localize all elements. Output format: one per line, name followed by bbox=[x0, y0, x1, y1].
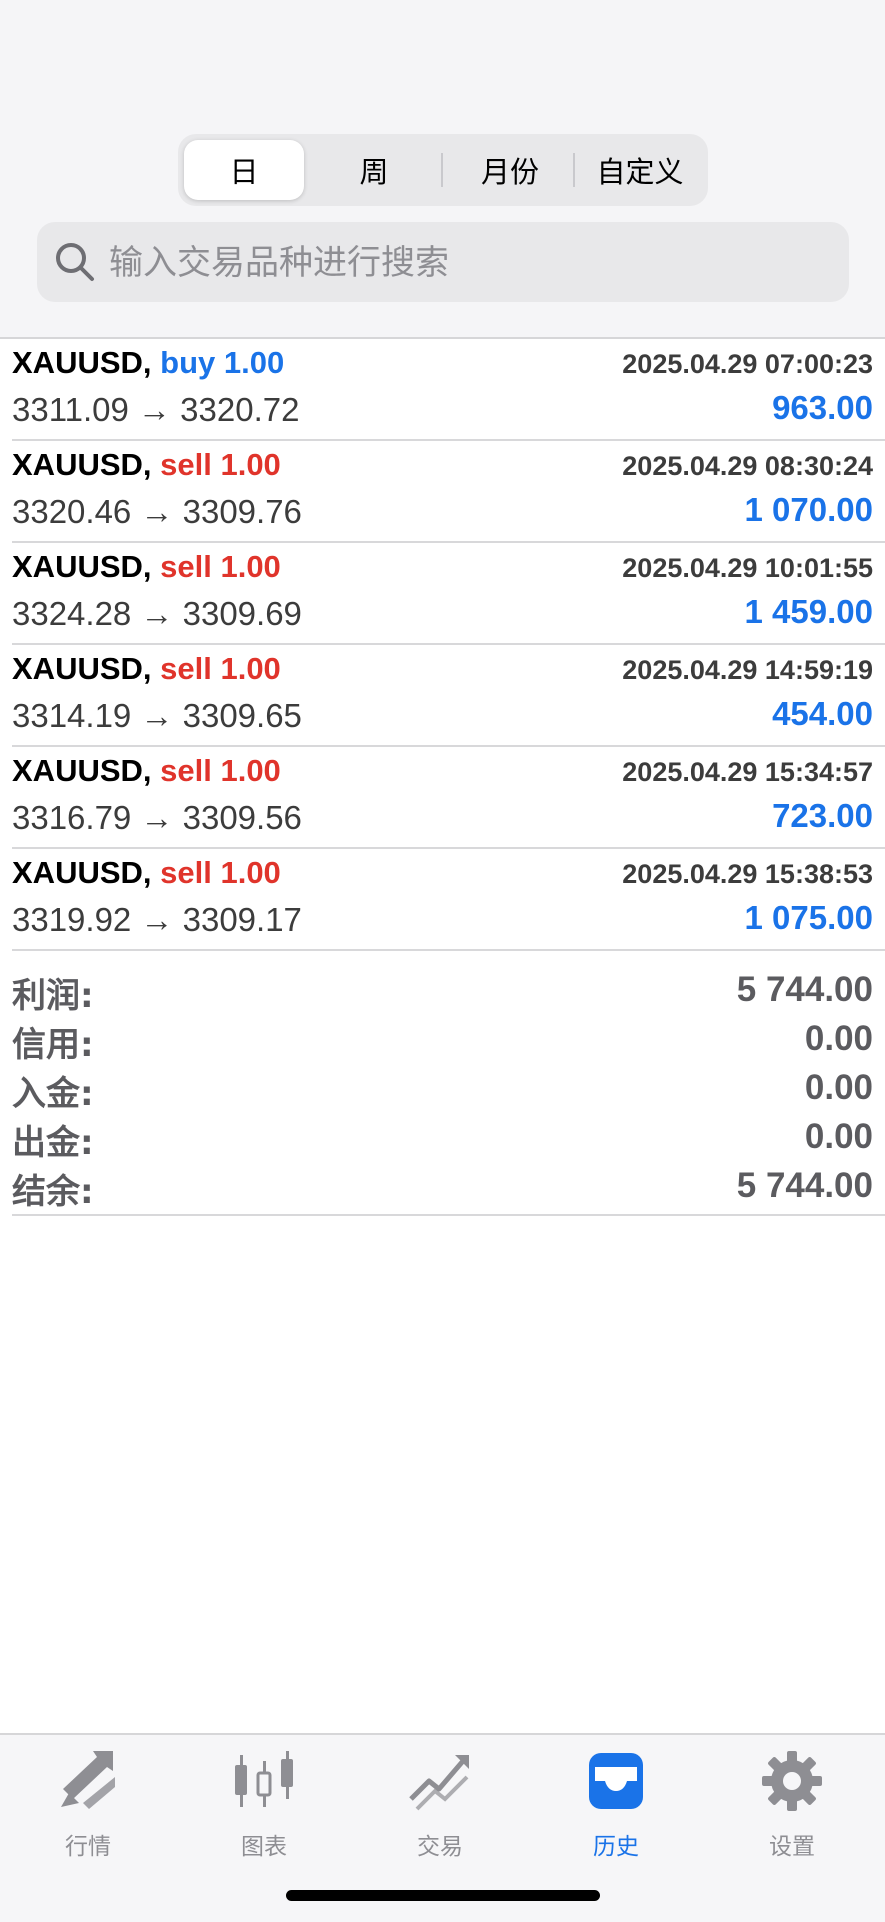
tab-label: 交易 bbox=[417, 1834, 463, 1860]
deal-symbol-name: XAUUSD, bbox=[12, 753, 152, 788]
deal-time: 2025.04.29 08:30:24 bbox=[622, 451, 873, 481]
summary-value: 0.00 bbox=[804, 1068, 873, 1107]
deal-row[interactable]: XAUUSD, sell 1.00 2025.04.29 15:38:53 3319… bbox=[12, 849, 885, 951]
deal-type-volume: sell 1.00 bbox=[160, 651, 281, 686]
search-input[interactable] bbox=[107, 222, 841, 304]
tab-trade[interactable]: 交易 bbox=[360, 1747, 520, 1860]
deal-symbol: XAUUSD, sell 1.00 bbox=[12, 753, 281, 789]
home-indicator bbox=[286, 1890, 600, 1901]
deal-symbol: XAUUSD, sell 1.00 bbox=[12, 447, 281, 483]
deal-prices: 3324.28 → 3309.69 bbox=[12, 595, 302, 632]
quotes-arrows-icon bbox=[61, 1751, 115, 1809]
deal-profit: 454.00 bbox=[772, 695, 873, 732]
tab-label: 图表 bbox=[241, 1834, 287, 1860]
deal-row[interactable]: XAUUSD, sell 1.00 2025.04.29 15:34:57 3316… bbox=[12, 747, 885, 849]
deal-type-volume: buy 1.00 bbox=[160, 345, 285, 380]
deal-profit: 723.00 bbox=[772, 797, 873, 834]
deal-row[interactable]: XAUUSD, sell 1.00 2025.04.29 14:59:19 3314… bbox=[12, 645, 885, 747]
deal-type-volume: sell 1.00 bbox=[160, 549, 281, 584]
gear-icon bbox=[762, 1751, 822, 1811]
summary-value: 0.00 bbox=[804, 1019, 873, 1058]
summary-label: 利润: bbox=[12, 976, 94, 1016]
summary-block: 利润: 5 744.00 信用: 0.00 入金: 0.00 出金: 0.00 结余: 5 744… bbox=[12, 958, 885, 1216]
summary-label: 入金: bbox=[12, 1074, 94, 1114]
deal-type-volume: sell 1.00 bbox=[160, 855, 281, 890]
summary-value: 0.00 bbox=[804, 1117, 873, 1156]
deal-profit: 1 075.00 bbox=[744, 899, 873, 936]
deal-symbol: XAUUSD, sell 1.00 bbox=[12, 549, 281, 585]
search-bar[interactable] bbox=[37, 222, 849, 304]
segment-divider bbox=[573, 153, 575, 187]
deal-time: 2025.04.29 10:01:55 bbox=[622, 553, 873, 583]
top-header: 日 周 月份 自定义 bbox=[0, 0, 885, 337]
tab-label: 设置 bbox=[769, 1834, 815, 1860]
deal-prices: 3319.92 → 3309.17 bbox=[12, 901, 302, 938]
deal-profit: 963.00 bbox=[772, 389, 873, 426]
tab-label: 行情 bbox=[65, 1834, 111, 1860]
summary-row: 结余: 5 744.00 bbox=[12, 1164, 873, 1212]
period-tab-month[interactable]: 月份 bbox=[448, 140, 572, 200]
deal-type-volume: sell 1.00 bbox=[160, 753, 281, 788]
deal-row[interactable]: XAUUSD, sell 1.00 2025.04.29 10:01:55 3324… bbox=[12, 543, 885, 645]
history-inbox-icon bbox=[589, 1753, 643, 1809]
candlestick-chart-icon bbox=[235, 1751, 293, 1807]
summary-label: 结余: bbox=[12, 1172, 94, 1212]
deal-row[interactable]: XAUUSD, sell 1.00 2025.04.29 08:30:24 3320… bbox=[12, 441, 885, 543]
deal-time: 2025.04.29 14:59:19 bbox=[622, 655, 873, 685]
period-tab-day[interactable]: 日 bbox=[184, 140, 304, 200]
deal-time: 2025.04.29 15:38:53 bbox=[622, 859, 873, 889]
deal-time: 2025.04.29 15:34:57 bbox=[622, 757, 873, 787]
deal-prices: 3314.19 → 3309.65 bbox=[12, 697, 302, 734]
summary-value: 5 744.00 bbox=[736, 1166, 873, 1205]
period-segmented-control: 日 周 月份 自定义 bbox=[178, 134, 708, 206]
summary-label: 出金: bbox=[12, 1123, 94, 1163]
trade-trend-icon bbox=[409, 1755, 469, 1811]
deal-symbol: XAUUSD, sell 1.00 bbox=[12, 651, 281, 687]
period-tab-week[interactable]: 周 bbox=[314, 140, 434, 200]
summary-value: 5 744.00 bbox=[736, 970, 873, 1009]
deal-symbol-name: XAUUSD, bbox=[12, 549, 152, 584]
tab-history[interactable]: 历史 bbox=[536, 1747, 696, 1860]
deal-symbol-name: XAUUSD, bbox=[12, 855, 152, 890]
tab-settings[interactable]: 设置 bbox=[712, 1747, 872, 1860]
deals-list: XAUUSD, buy 1.00 2025.04.29 07:00:23 3311.… bbox=[0, 339, 885, 951]
summary-row: 出金: 0.00 bbox=[12, 1115, 873, 1163]
deal-prices: 3311.09 → 3320.72 bbox=[12, 391, 300, 428]
deal-symbol-name: XAUUSD, bbox=[12, 651, 152, 686]
deal-symbol: XAUUSD, sell 1.00 bbox=[12, 855, 281, 891]
tab-quotes[interactable]: 行情 bbox=[8, 1747, 168, 1860]
deal-profit: 1 070.00 bbox=[744, 491, 873, 528]
summary-row: 信用: 0.00 bbox=[12, 1017, 873, 1065]
tab-label: 历史 bbox=[593, 1834, 639, 1860]
deal-type-volume: sell 1.00 bbox=[160, 447, 281, 482]
summary-row: 入金: 0.00 bbox=[12, 1066, 873, 1114]
deal-row[interactable]: XAUUSD, buy 1.00 2025.04.29 07:00:23 3311.… bbox=[12, 339, 885, 441]
deal-prices: 3316.79 → 3309.56 bbox=[12, 799, 302, 836]
deal-prices: 3320.46 → 3309.76 bbox=[12, 493, 302, 530]
segment-divider bbox=[441, 153, 443, 187]
tab-chart[interactable]: 图表 bbox=[184, 1747, 344, 1860]
summary-label: 信用: bbox=[12, 1025, 94, 1065]
deal-time: 2025.04.29 07:00:23 bbox=[622, 349, 873, 379]
deal-symbol: XAUUSD, buy 1.00 bbox=[12, 345, 284, 381]
deal-symbol-name: XAUUSD, bbox=[12, 345, 152, 380]
deal-profit: 1 459.00 bbox=[744, 593, 873, 630]
deal-symbol-name: XAUUSD, bbox=[12, 447, 152, 482]
period-tab-custom[interactable]: 自定义 bbox=[578, 140, 702, 200]
summary-row: 利润: 5 744.00 bbox=[12, 968, 873, 1016]
search-icon bbox=[56, 243, 94, 281]
